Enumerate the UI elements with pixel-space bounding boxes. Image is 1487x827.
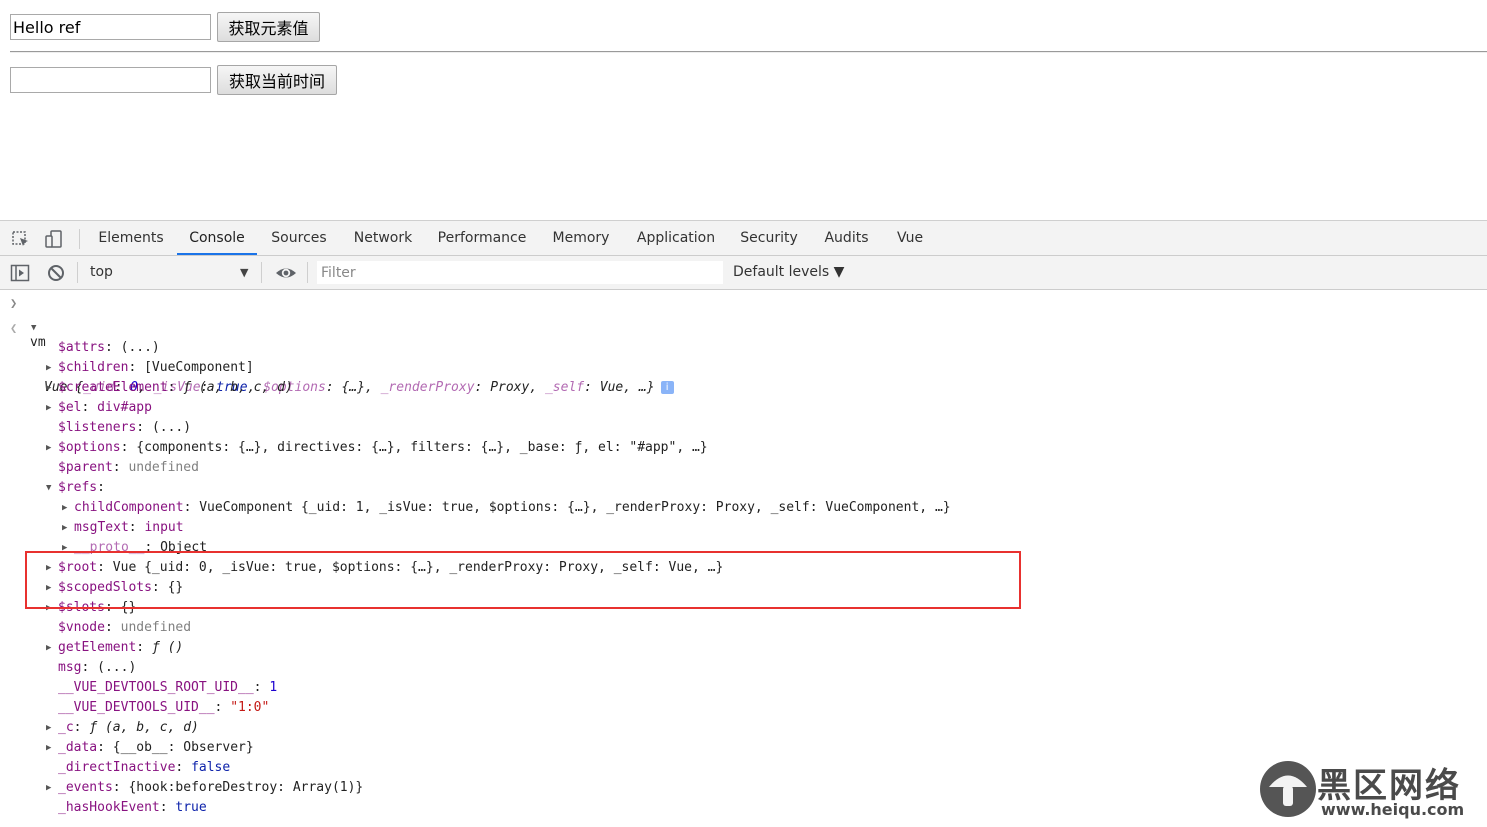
property-value: "1:0"	[230, 700, 270, 715]
property-value: (...)	[120, 340, 160, 355]
property-key: $refs	[58, 480, 98, 495]
collapse-triangle-icon[interactable]: ▼	[46, 478, 51, 498]
tab-performance[interactable]: Performance	[432, 221, 532, 255]
toolbar-separator	[79, 229, 80, 249]
message-input[interactable]	[10, 14, 211, 40]
property-value: (...)	[97, 660, 137, 675]
get-element-value-button[interactable]: 获取元素值	[217, 12, 320, 42]
watermark: 黑区网络 www.heiqu.com	[1247, 756, 1487, 826]
property-value: VueComponent {_uid: 1, _isVue: true, $op…	[199, 500, 951, 515]
tab-vue[interactable]: Vue	[889, 221, 931, 255]
context-selector[interactable]: top	[90, 256, 113, 289]
eye-icon[interactable]	[275, 263, 297, 283]
tab-memory[interactable]: Memory	[545, 221, 617, 255]
expand-triangle-icon[interactable]: ▶	[46, 778, 51, 798]
property-value: undefined	[120, 620, 192, 635]
property-value: true	[175, 800, 207, 815]
tab-sources[interactable]: Sources	[264, 221, 334, 255]
expand-triangle-icon[interactable]: ▶	[46, 358, 51, 378]
tab-application[interactable]: Application	[630, 221, 722, 255]
property-value: [VueComponent]	[144, 360, 254, 375]
property-value: {__ob__: Observer}	[112, 740, 254, 755]
clear-console-icon[interactable]	[46, 263, 66, 283]
property-value: {hook:beforeDestroy: Array(1)}	[128, 780, 364, 795]
expand-triangle-icon[interactable]: ▶	[62, 498, 67, 518]
context-dropdown-icon[interactable]: ▼	[240, 256, 248, 289]
tab-security[interactable]: Security	[735, 221, 803, 255]
tab-console[interactable]: Console	[177, 221, 257, 255]
property-key: _c	[58, 720, 74, 735]
property-value: ƒ ()	[151, 640, 184, 655]
property-key: __VUE_DEVTOOLS_ROOT_UID__	[58, 680, 254, 695]
expand-triangle-icon[interactable]: ▶	[46, 638, 51, 658]
device-toolbar-icon[interactable]	[44, 229, 64, 249]
property-key: $el	[58, 400, 82, 415]
get-current-time-button[interactable]: 获取当前时间	[217, 65, 337, 95]
devtools-tab-bar: Elements Console Sources Network Perform…	[0, 221, 1487, 256]
property-value: undefined	[128, 460, 199, 475]
property-key: $parent	[58, 460, 113, 475]
tab-elements[interactable]: Elements	[92, 221, 170, 255]
show-sidebar-icon[interactable]	[10, 263, 30, 283]
expand-triangle-icon[interactable]: ▶	[46, 738, 51, 758]
console-input-line: ❯ vm	[0, 293, 47, 350]
property-key: msgText	[74, 520, 129, 535]
property-key: $createElement	[58, 380, 168, 395]
toolbar-separator	[77, 262, 78, 283]
expand-triangle-icon[interactable]: ▶	[46, 398, 51, 418]
result-arrow-icon: ❮	[10, 321, 18, 335]
expand-triangle-icon[interactable]: ▼	[31, 318, 36, 338]
console-toolbar: top ▼ Default levels ▼	[0, 256, 1487, 290]
filter-input[interactable]	[317, 261, 723, 284]
property-key: $children	[58, 360, 129, 375]
devtools-panel: Elements Console Sources Network Perform…	[0, 220, 1487, 827]
property-key: _hasHookEvent	[58, 800, 160, 815]
expand-triangle-icon[interactable]: ▶	[62, 518, 67, 538]
property-key: childComponent	[74, 500, 184, 515]
property-value: input	[144, 520, 184, 535]
mushroom-logo-icon	[1260, 761, 1316, 817]
property-value: 1	[269, 680, 278, 695]
toolbar-separator	[307, 262, 308, 283]
property-value: ƒ (a, b, c, d)	[183, 380, 293, 395]
property-key: _events	[58, 780, 113, 795]
property-key: __VUE_DEVTOOLS_UID__	[58, 700, 215, 715]
property-value: (...)	[151, 420, 192, 435]
property-key: _directInactive	[58, 760, 176, 775]
property-key: $options	[58, 440, 121, 455]
property-key: $listeners	[58, 420, 137, 435]
console-result-line[interactable]: ❮ ▼ Vue {_uid: 0, _isVue: true, $options…	[0, 318, 674, 395]
inspect-element-icon[interactable]	[11, 229, 31, 249]
property-value: {components: {…}, directives: {…}, filte…	[136, 440, 708, 455]
property-key: getElement	[58, 640, 137, 655]
time-input[interactable]	[10, 67, 211, 93]
property-key: $vnode	[58, 620, 105, 635]
tab-network[interactable]: Network	[346, 221, 420, 255]
property-key: $attrs	[58, 340, 105, 355]
watermark-url: www.heiqu.com	[1321, 800, 1465, 819]
tab-audits[interactable]: Audits	[818, 221, 875, 255]
highlight-box	[25, 551, 1021, 609]
property-value: false	[191, 760, 231, 775]
horizontal-divider	[10, 51, 1487, 53]
property-value: div#app	[97, 400, 152, 415]
prompt-chevron-icon: ❯	[10, 296, 18, 310]
toolbar-separator	[261, 262, 262, 283]
web-page: 获取元素值 获取当前时间	[0, 0, 1487, 220]
console-output: ❯ vm ❮ ▼ Vue {_uid: 0, _isVue: true, $op…	[0, 290, 1487, 827]
property-key: _data	[58, 740, 98, 755]
expand-triangle-icon[interactable]: ▶	[46, 378, 51, 398]
expand-triangle-icon[interactable]: ▶	[46, 718, 51, 738]
log-levels-dropdown[interactable]: Default levels ▼	[733, 256, 844, 289]
property-key: msg	[58, 660, 82, 675]
info-icon[interactable]: i	[660, 381, 674, 394]
property-value: ƒ (a, b, c, d)	[89, 720, 199, 735]
expand-triangle-icon[interactable]: ▶	[46, 438, 51, 458]
